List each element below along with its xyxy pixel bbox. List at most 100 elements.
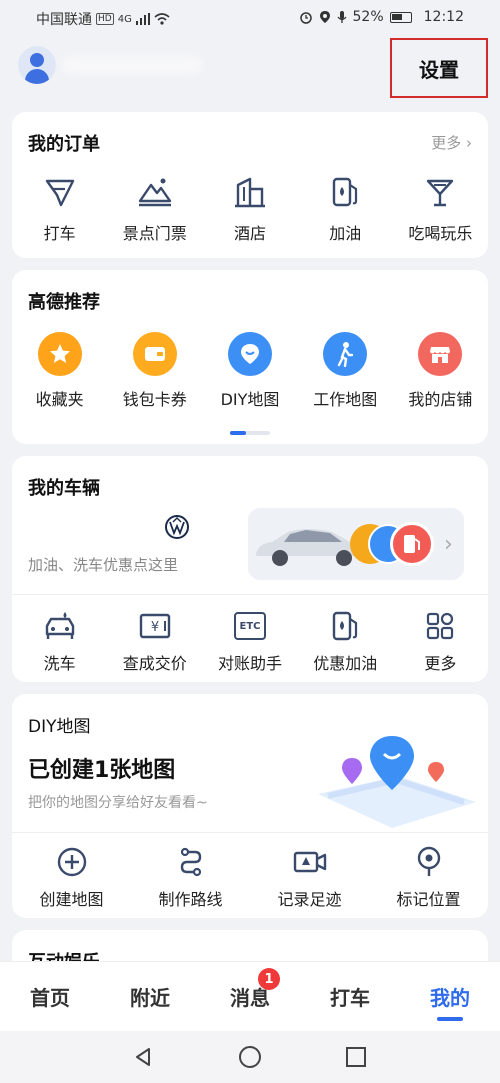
diy-subtitle: 把你的地图分享给好友看看~	[28, 795, 208, 811]
tab-label: 我的	[430, 986, 470, 1010]
orders-title: 我的订单	[28, 134, 100, 155]
recommend-card: 高德推荐 收藏夹 钱包卡券 DIY地图 工作地图 我的店铺	[12, 270, 488, 444]
recommend-item-favorites[interactable]: 收藏夹	[12, 332, 107, 410]
signal-icon	[135, 13, 150, 25]
diy-item-label: 创建地图	[39, 890, 104, 909]
vehicle-item-label: 更多	[424, 654, 457, 673]
svg-text:¥: ¥	[151, 620, 159, 635]
unread-badge: 1	[258, 968, 280, 990]
tab-home[interactable]: 首页	[0, 962, 100, 1031]
diy-map-icon	[228, 332, 272, 376]
fuel-icon	[327, 608, 363, 644]
tab-nearby[interactable]: 附近	[100, 962, 200, 1031]
system-nav-bar	[0, 1031, 500, 1083]
carousel-pager	[230, 431, 270, 435]
tab-label: 打车	[330, 986, 370, 1010]
vehicle-item-etc[interactable]: ETC 对账助手	[202, 608, 297, 674]
recommend-item-label: 收藏夹	[35, 390, 84, 409]
tab-taxi[interactable]: 打车	[300, 962, 400, 1031]
vehicle-banner[interactable]: 加油、洗车优惠点这里 ›	[12, 508, 476, 580]
hotel-icon	[232, 174, 268, 210]
order-item-label: 酒店	[234, 224, 267, 243]
back-icon[interactable]	[132, 1046, 154, 1068]
vehicle-item-car-wash[interactable]: 洗车	[12, 608, 107, 674]
camera-icon	[292, 844, 328, 880]
profile-header: 设置	[0, 34, 500, 98]
order-item-label: 景点门票	[122, 224, 187, 243]
carrier-label: 中国联通	[36, 12, 92, 28]
plus-circle-icon	[54, 844, 90, 880]
recommend-item-diy-map[interactable]: DIY地图	[202, 332, 297, 410]
orders-more-link[interactable]: 更多 ›	[431, 132, 472, 153]
orders-more-label: 更多	[431, 134, 462, 152]
recommend-item-label: 钱包卡券	[122, 390, 187, 409]
hd-icon: HD	[96, 13, 114, 25]
wifi-icon	[154, 13, 170, 25]
map-illustration-icon[interactable]	[308, 732, 478, 832]
order-item-tickets[interactable]: 景点门票	[107, 174, 202, 244]
shop-icon	[418, 332, 463, 376]
recommend-item-label: 我的店铺	[408, 390, 473, 409]
scenic-icon	[137, 174, 173, 210]
recents-icon[interactable]	[345, 1046, 367, 1068]
recommend-item-label: 工作地图	[313, 390, 378, 409]
fuel-badge-icon	[390, 522, 434, 566]
vehicle-item-discount-fuel[interactable]: 优惠加油	[298, 608, 393, 674]
diy-item-label: 记录足迹	[277, 890, 342, 909]
diy-item-create-map[interactable]: 创建地图	[12, 844, 131, 910]
order-item-fuel[interactable]: 加油	[298, 174, 393, 244]
battery-percent: 52%	[352, 9, 384, 25]
location-icon	[319, 11, 330, 23]
diy-headline: 已创建1张地图	[28, 758, 176, 783]
diy-item-make-route[interactable]: 制作路线	[131, 844, 250, 910]
diy-item-label: 制作路线	[158, 890, 223, 909]
vehicle-card: 我的车辆 加油、洗车优惠点这里 › 洗车 ¥ 查成交价 ETC 对账助手 优惠加…	[12, 456, 488, 682]
diy-item-record-trail[interactable]: 记录足迹	[250, 844, 369, 910]
volkswagen-logo-icon	[165, 515, 189, 539]
recommend-item-my-shop[interactable]: 我的店铺	[393, 332, 488, 410]
diy-item-mark-location[interactable]: 标记位置	[369, 844, 488, 910]
vehicle-item-more[interactable]: 更多	[393, 608, 488, 674]
order-item-label: 吃喝玩乐	[408, 224, 473, 243]
network-label: 4G	[117, 13, 132, 25]
mic-icon	[337, 11, 347, 23]
order-item-label: 打车	[43, 224, 76, 243]
chevron-right-icon: ›	[466, 134, 472, 152]
price-icon: ¥	[137, 608, 173, 644]
divider	[12, 594, 488, 595]
fuel-icon	[327, 174, 363, 210]
home-icon[interactable]	[238, 1045, 262, 1069]
divider	[12, 832, 488, 833]
vehicle-subtitle: 加油、洗车优惠点这里	[28, 556, 179, 574]
clock: 12:12	[423, 9, 464, 25]
alarm-icon	[299, 12, 312, 24]
car-wash-icon	[42, 608, 78, 644]
recommend-title: 高德推荐	[28, 292, 100, 313]
bottom-tab-bar: 首页 附近 消息 1 打车 我的	[0, 961, 500, 1031]
etc-icon: ETC	[232, 608, 268, 644]
order-item-taxi[interactable]: 打车	[12, 174, 107, 244]
tab-mine[interactable]: 我的	[400, 962, 500, 1031]
tab-messages[interactable]: 消息 1	[200, 962, 300, 1031]
vehicle-item-label: 优惠加油	[313, 654, 378, 673]
chevron-right-icon: ›	[444, 532, 453, 557]
cocktail-icon	[422, 174, 458, 210]
vehicle-item-label: 对账助手	[218, 654, 283, 673]
pin-icon	[411, 844, 447, 880]
route-icon	[173, 844, 209, 880]
recommend-item-label: DIY地图	[220, 390, 280, 409]
settings-button[interactable]: 设置	[390, 38, 488, 98]
vehicle-item-label: 洗车	[43, 654, 76, 673]
order-item-entertainment[interactable]: 吃喝玩乐	[393, 174, 488, 244]
star-icon	[37, 332, 82, 376]
diy-card: DIY地图 已创建1张地图 把你的地图分享给好友看看~ 创建地图 制作路线 记录…	[12, 694, 488, 918]
vehicle-item-price[interactable]: ¥ 查成交价	[107, 608, 202, 674]
battery-icon	[389, 11, 412, 23]
vehicle-title: 我的车辆	[28, 478, 100, 499]
recommend-item-wallet[interactable]: 钱包卡券	[107, 332, 202, 410]
avatar[interactable]	[18, 46, 56, 84]
recommend-item-work-map[interactable]: 工作地图	[298, 332, 393, 410]
tab-label: 附近	[130, 986, 170, 1010]
order-item-hotel[interactable]: 酒店	[202, 174, 297, 244]
etc-label: ETC	[239, 620, 261, 632]
